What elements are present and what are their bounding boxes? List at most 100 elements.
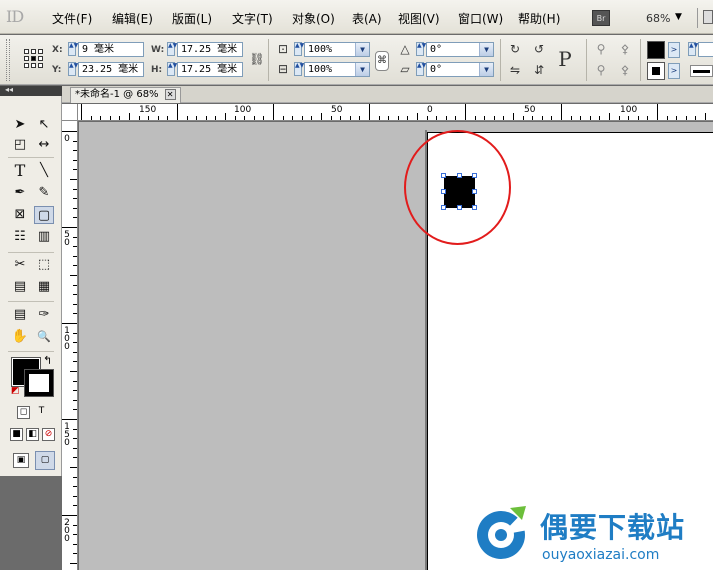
select-content-icon[interactable]: ⚴ [616,41,634,57]
panel-grip[interactable] [6,39,10,81]
menu-view[interactable]: 视图(V) [398,10,440,27]
menu-object[interactable]: 对象(O) [292,10,335,27]
stroke-color-swatch[interactable] [24,369,54,397]
menu-help[interactable]: 帮助(H) [518,10,560,27]
apply-none-icon[interactable]: ⊘ [42,428,55,441]
ruler-tick [398,116,399,120]
h-field[interactable]: 17.25 毫米 [177,62,243,77]
screen-mode-icon[interactable] [703,10,713,24]
rectangle-frame-tool-icon[interactable]: ⊠ [10,206,30,224]
x-field[interactable]: 9 毫米 [78,42,144,57]
zoom-level[interactable]: 68% [646,12,670,25]
direct-selection-tool-icon[interactable]: ↖ [34,116,54,134]
scale-y-field[interactable]: 100% ▼ [304,62,370,77]
ruler-tick [73,189,77,190]
stroke-weight-spinner[interactable]: ▲▼ [688,42,698,56]
select-previous-icon[interactable]: ⚲ [592,62,610,78]
w-spinner[interactable]: ▲▼ [167,42,177,56]
shear-field[interactable]: 0° ▼ [426,62,494,77]
constrain-proportions-icon[interactable]: ⛓ [248,51,266,67]
flip-horizontal-icon[interactable]: ⇋ [506,62,524,78]
h-spinner[interactable]: ▲▼ [167,62,177,76]
stroke-swatch-control[interactable] [647,62,665,80]
eyedropper-tool-icon[interactable]: ✑ [34,306,54,324]
stroke-dropdown-icon[interactable]: > [668,63,680,79]
hand-tool-icon[interactable]: ✋ [10,328,30,346]
ruler-label: 0 [64,134,70,144]
shear-spinner[interactable]: ▲▼ [416,62,426,76]
vertical-ruler[interactable]: 0 5 0 1 0 0 1 5 0 2 0 0 [62,121,78,570]
ruler-origin[interactable] [62,104,78,121]
menu-file[interactable]: 文件(F) [52,10,92,27]
swap-fill-stroke-icon[interactable]: ↰ [43,354,52,367]
fill-swatch-control[interactable] [647,41,665,59]
stroke-type-field[interactable] [690,65,713,77]
y-spinner[interactable]: ▲▼ [68,62,78,76]
x-label: X: [52,45,63,55]
rotate-field[interactable]: 0° ▼ [426,42,494,57]
shear-dropdown-icon[interactable]: ▼ [479,63,493,76]
default-colors-icon[interactable]: ◩ [11,386,20,396]
gradient-swatch-tool-icon[interactable]: ▤ [10,278,30,296]
flip-vertical-icon[interactable]: ⇵ [530,62,548,78]
normal-view-icon[interactable]: ▣ [13,453,29,468]
free-transform-tool-icon[interactable]: ⬚ [34,256,54,274]
rotate-counterclockwise-icon[interactable]: ↺ [530,41,548,57]
horizontal-ruler[interactable]: 150 100 50 0 50 100 [78,104,713,121]
scale-x-value: 100% [308,44,333,55]
apply-gradient-icon[interactable]: ◧ [26,428,39,441]
scissors-tool-icon[interactable]: ✂ [10,256,30,274]
scale-y-spinner[interactable]: ▲▼ [294,62,304,76]
x-spinner[interactable]: ▲▼ [68,42,78,56]
menu-window[interactable]: 窗口(W) [458,10,503,27]
document-tab[interactable]: *未命名-1 @ 68% ✕ [70,87,181,103]
select-next-icon[interactable]: ⚴ [616,62,634,78]
menu-edit[interactable]: 编辑(E) [112,10,153,27]
preview-view-icon[interactable]: ▢ [35,451,55,470]
selection-tool-icon[interactable]: ➤ [10,116,30,134]
ruler-tick [331,116,332,120]
scale-x-field[interactable]: 100% ▼ [304,42,370,57]
ruler-tick [73,141,77,142]
page-tool-icon[interactable]: ◰ [10,136,30,154]
ruler-tick [599,116,600,120]
formatting-text-icon[interactable]: T [35,406,48,419]
fill-dropdown-icon[interactable]: > [668,42,680,58]
ruler-tick [73,217,77,218]
note-tool-icon[interactable]: ▤ [10,306,30,324]
gradient-feather-tool-icon[interactable]: ▦ [34,278,54,296]
y-field[interactable]: 23.25 毫米 [78,62,144,77]
scale-x-spinner[interactable]: ▲▼ [294,42,304,56]
line-tool-icon[interactable]: ╲ [34,162,54,180]
bridge-button[interactable]: Br [592,10,610,26]
zoom-tool-icon[interactable]: 🔍 [34,328,54,346]
pen-tool-icon[interactable]: ✒ [10,184,30,202]
w-field[interactable]: 17.25 毫米 [177,42,243,57]
reference-point-icon[interactable] [24,49,44,69]
rotate-clockwise-icon[interactable]: ↻ [506,41,524,57]
rotate-dropdown-icon[interactable]: ▼ [479,43,493,56]
stroke-weight-field[interactable] [698,42,713,57]
apply-color-icon[interactable]: ■ [10,428,23,441]
horizontal-grid-tool-icon[interactable]: ☷ [10,228,30,246]
toolbox-header[interactable]: ◂◂ [0,85,62,96]
formatting-container-icon[interactable]: ◻ [17,406,30,419]
collapse-icon[interactable]: ◂◂ [5,85,13,94]
select-container-icon[interactable]: ⚲ [592,41,610,57]
pencil-tool-icon[interactable]: ✎ [34,184,54,202]
ruler-tick [73,496,77,497]
zoom-dropdown-icon[interactable]: ▼ [675,12,682,22]
scale-y-dropdown-icon[interactable]: ▼ [355,63,369,76]
menu-layout[interactable]: 版面(L) [172,10,212,27]
type-tool-icon[interactable]: T [10,162,30,180]
menu-type[interactable]: 文字(T) [232,10,273,27]
scale-x-dropdown-icon[interactable]: ▼ [355,43,369,56]
gap-tool-icon[interactable]: ↔ [34,136,54,154]
rotate-spinner[interactable]: ▲▼ [416,42,426,56]
menu-table[interactable]: 表(A) [352,10,382,27]
vertical-grid-tool-icon[interactable]: ▥ [34,228,54,246]
site-logo-icon [477,506,528,559]
rectangle-tool-icon[interactable]: ▢ [34,206,54,224]
link-scale-icon[interactable]: ⌘ [375,51,389,71]
close-icon[interactable]: ✕ [164,88,176,100]
